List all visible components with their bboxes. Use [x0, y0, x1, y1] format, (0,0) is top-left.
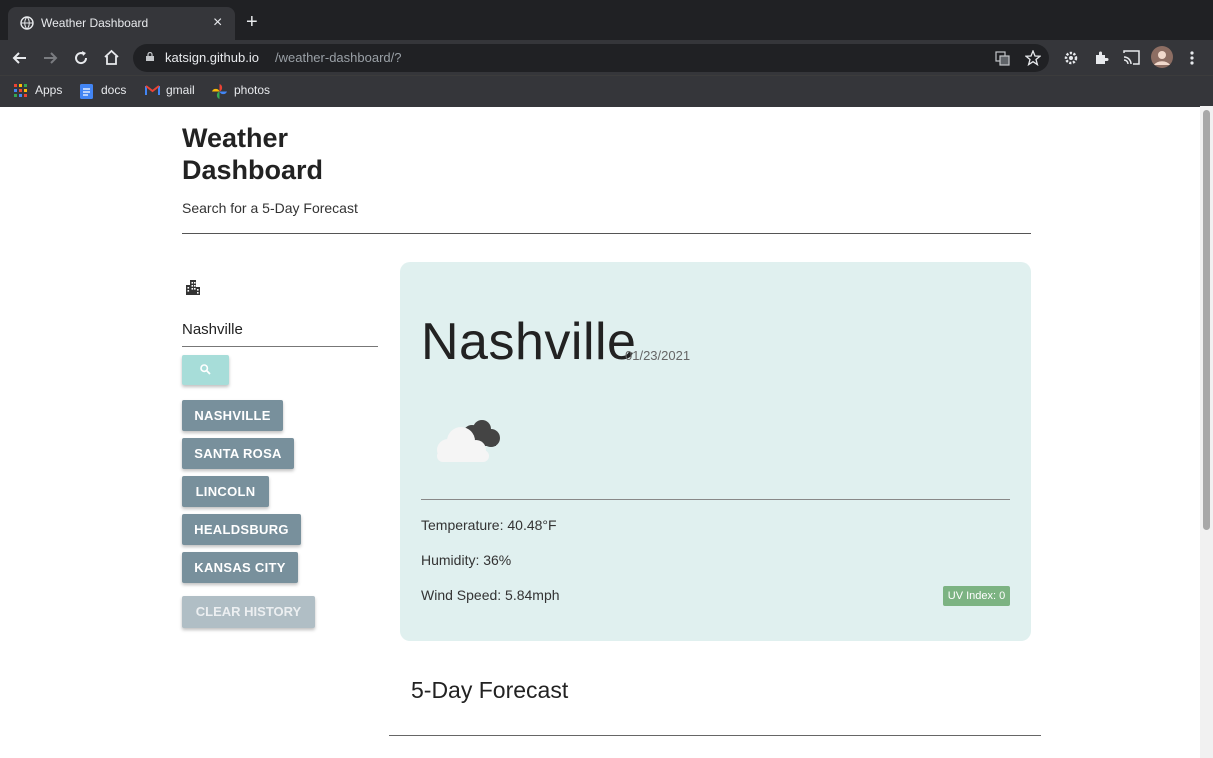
current-date: 01/23/2021 [625, 348, 691, 363]
wind-speed-value: Wind Speed: 5.84mph [421, 587, 560, 603]
history-button-healdsburg[interactable]: HEALDSBURG [182, 514, 301, 545]
city-search-input[interactable] [182, 312, 378, 347]
forecast-divider [389, 735, 1041, 736]
history-button-nashville[interactable]: NASHVILLE [182, 400, 283, 431]
bookmark-gmail[interactable]: gmail [166, 83, 195, 97]
lock-icon [146, 52, 154, 61]
uv-index-badge: UV Index: 0 [943, 586, 1010, 606]
new-tab-icon[interactable]: + [246, 12, 258, 32]
menu-icon[interactable] [1189, 50, 1195, 66]
home-icon[interactable] [103, 49, 120, 66]
bookmarks-bar: Apps docs gmail photos [0, 75, 1213, 107]
page-title: Weather Dashboard [182, 123, 324, 185]
url-host: katsign.github.io [165, 50, 259, 65]
url-path: /weather-dashboard/? [275, 50, 402, 65]
docs-icon [80, 84, 93, 99]
temperature-value: Temperature: 40.48°F [421, 517, 557, 533]
history-button-lincoln[interactable]: LINCOLN [182, 476, 269, 507]
broken-clouds-icon [437, 420, 500, 462]
header-divider [182, 233, 1031, 234]
back-icon[interactable] [12, 50, 28, 66]
browser-toolbar: katsign.github.io /weather-dashboard/? [0, 40, 1213, 75]
browser-chrome: Weather Dashboard × + katsign.github.io … [0, 0, 1213, 107]
search-icon [200, 364, 211, 375]
forward-icon[interactable] [42, 50, 58, 66]
cast-icon[interactable] [1123, 50, 1140, 65]
clear-history-button[interactable]: CLEAR HISTORY [182, 596, 315, 628]
current-weather-card: Nashville 01/23/2021 Temperature: 40.48°… [400, 262, 1031, 641]
reload-icon[interactable] [73, 50, 89, 66]
browser-tab[interactable]: Weather Dashboard × [8, 7, 235, 40]
translate-icon[interactable] [995, 51, 1010, 66]
card-divider [421, 499, 1010, 500]
tab-title: Weather Dashboard [41, 16, 149, 30]
search-button[interactable] [182, 355, 229, 385]
current-city: Nashville [421, 313, 637, 371]
close-icon[interactable]: × [213, 13, 222, 33]
history-button-santa-rosa[interactable]: SANTA ROSA [182, 438, 294, 469]
history-button-kansas-city[interactable]: KANSAS CITY [182, 552, 298, 583]
avatar[interactable] [1151, 46, 1173, 68]
city-icon [186, 280, 200, 295]
gear-icon[interactable] [1063, 50, 1079, 66]
star-icon[interactable] [1025, 50, 1041, 66]
globe-icon [20, 16, 34, 30]
photos-icon [212, 84, 227, 99]
gmail-icon [145, 85, 160, 95]
bookmark-photos[interactable]: photos [234, 83, 270, 97]
forecast-heading: 5-Day Forecast [411, 677, 569, 703]
extensions-icon[interactable] [1093, 50, 1109, 66]
scrollbar-thumb[interactable] [1203, 110, 1210, 530]
humidity-value: Humidity: 36% [421, 552, 512, 568]
apps-grid-icon[interactable] [14, 84, 27, 97]
bookmark-docs[interactable]: docs [101, 83, 126, 97]
bookmark-apps[interactable]: Apps [35, 83, 62, 97]
address-bar[interactable]: katsign.github.io /weather-dashboard/? [133, 44, 1049, 72]
page-subtitle: Search for a 5-Day Forecast [182, 200, 358, 216]
